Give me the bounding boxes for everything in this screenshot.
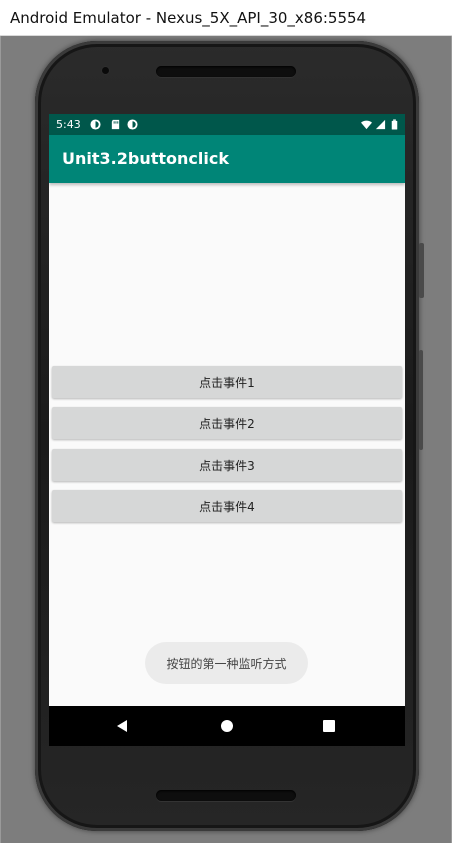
- bottom-speaker: [156, 790, 296, 801]
- toast-message: 按钮的第一种监听方式: [145, 642, 308, 684]
- power-button[interactable]: [419, 350, 423, 450]
- battery-icon: [391, 119, 398, 130]
- window-border-left: [0, 36, 1, 843]
- click-event-2-button[interactable]: 点击事件2: [52, 407, 402, 439]
- top-speaker: [156, 66, 296, 77]
- notification-icon-2: [127, 119, 138, 130]
- back-icon[interactable]: [115, 719, 129, 733]
- wifi-icon: [361, 120, 372, 130]
- click-event-1-button[interactable]: 点击事件1: [52, 366, 402, 398]
- status-time: 5:43: [56, 118, 81, 131]
- click-event-3-button[interactable]: 点击事件3: [52, 449, 402, 481]
- signal-icon: [375, 119, 386, 130]
- window-titlebar: Android Emulator - Nexus_5X_API_30_x86:5…: [0, 0, 452, 36]
- notification-icon: [90, 119, 101, 130]
- device-screen: 5:43 Unit3.2buttonclick 点击事件1 点击事件2 点击事件…: [49, 114, 405, 746]
- home-icon[interactable]: [220, 719, 234, 733]
- front-camera: [102, 67, 109, 74]
- window-title: Android Emulator - Nexus_5X_API_30_x86:5…: [10, 9, 367, 27]
- navigation-bar: [49, 706, 405, 746]
- app-title: Unit3.2buttonclick: [62, 149, 229, 168]
- sd-card-icon: [111, 119, 120, 130]
- status-bar: 5:43: [49, 114, 405, 135]
- volume-button[interactable]: [419, 243, 424, 298]
- recents-icon[interactable]: [323, 720, 335, 732]
- click-event-4-button[interactable]: 点击事件4: [52, 490, 402, 522]
- app-bar: Unit3.2buttonclick: [49, 135, 405, 183]
